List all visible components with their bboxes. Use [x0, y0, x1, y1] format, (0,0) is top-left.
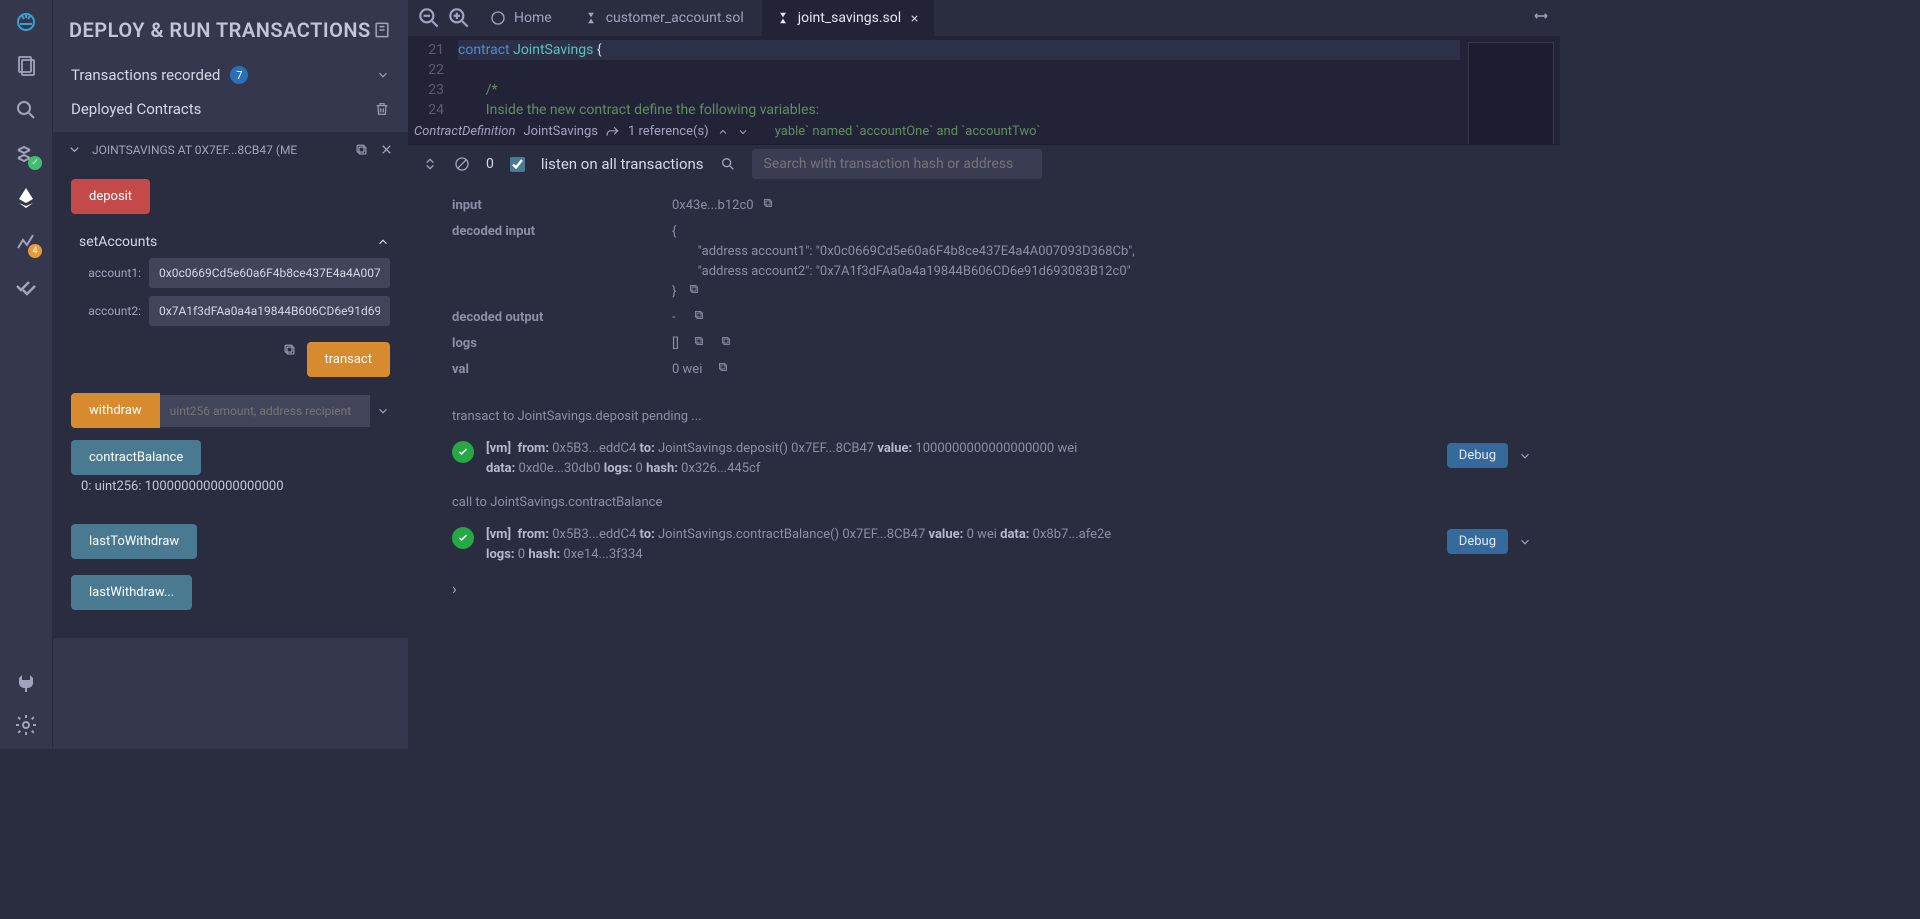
solidity-icon [776, 11, 790, 25]
account1-input[interactable] [149, 258, 390, 288]
copy-icon[interactable] [720, 335, 732, 347]
home-icon [490, 10, 506, 26]
analytics-badge: 4 [28, 244, 42, 258]
zoom-in-icon[interactable] [446, 5, 472, 31]
docs-icon[interactable] [372, 20, 392, 40]
search-icon[interactable] [720, 156, 736, 172]
listen-label: listen on all transactions [541, 155, 704, 173]
log-call: call to JointSavings.contractBalance [452, 487, 1532, 517]
copy-icon[interactable] [282, 342, 297, 357]
account2-label: account2: [71, 304, 141, 318]
withdraw-button[interactable]: withdraw [71, 393, 160, 428]
decoded-input-value: { "address account1": "0x0c0669Cd5e60a6F… [672, 224, 1135, 299]
contract-instance-name: JOINTSAVINGS AT 0X7EF...8CB47 (ME [92, 143, 344, 157]
success-icon [452, 441, 474, 463]
log-pending: transact to JointSavings.deposit pending… [452, 401, 1532, 431]
tab-customer-account[interactable]: customer_account.sol [570, 0, 758, 36]
compile-success-badge: ✓ [28, 156, 42, 170]
copy-icon[interactable] [717, 361, 729, 373]
account1-label: account1: [71, 266, 141, 280]
chevron-down-icon[interactable] [1518, 449, 1532, 463]
panel-title: DEPLOY & RUN TRANSACTIONS [69, 18, 371, 42]
tx-row[interactable]: [vm] from: 0x5B3...eddC4 to: JointSaving… [452, 517, 1532, 573]
tab-joint-savings[interactable]: joint_savings.sol [762, 0, 934, 36]
contractbalance-output: 0: uint256: 1000000000000000000 [71, 475, 390, 508]
expand-icon[interactable] [1532, 7, 1550, 29]
chevron-down-icon[interactable] [376, 404, 390, 418]
copy-icon[interactable] [693, 309, 705, 321]
plugin-icon[interactable] [14, 671, 38, 695]
debug-button[interactable]: Debug [1447, 443, 1508, 468]
search-icon[interactable] [14, 98, 38, 122]
copy-icon[interactable] [693, 335, 705, 347]
reference-count: 1 reference(s) [628, 122, 709, 142]
code-editor[interactable]: 21 22 23 24 contract JointSavings { /* I… [408, 36, 1560, 144]
chevron-down-icon [376, 68, 390, 82]
chevron-up-icon[interactable] [376, 235, 390, 249]
tx-count-badge: 7 [230, 66, 248, 84]
deployed-contracts-label: Deployed Contracts [71, 100, 201, 118]
solidity-icon [584, 11, 598, 25]
pending-count: 0 [486, 156, 494, 172]
chevron-down-icon[interactable] [67, 142, 82, 157]
settings-icon[interactable] [14, 713, 38, 737]
contractbalance-button[interactable]: contractBalance [71, 440, 201, 475]
copy-icon[interactable] [354, 142, 369, 157]
lasttowithdraw-button[interactable]: lastToWithdraw [71, 524, 197, 559]
logo-icon[interactable] [14, 10, 38, 34]
compiler-icon[interactable]: ✓ [14, 142, 38, 166]
trash-icon[interactable] [374, 101, 390, 117]
deposit-button[interactable]: deposit [71, 179, 150, 214]
setaccounts-label: setAccounts [79, 234, 157, 250]
breadcrumb-name: JointSavings [523, 122, 598, 142]
share-icon[interactable] [606, 125, 620, 139]
copy-icon[interactable] [688, 283, 700, 295]
breadcrumb-kind: ContractDefinition [414, 122, 515, 142]
copy-icon[interactable] [762, 197, 774, 209]
chevron-down-icon[interactable] [737, 126, 749, 138]
transact-button[interactable]: transact [307, 342, 391, 377]
file-explorer-icon[interactable] [14, 54, 38, 78]
lastwithdraw-button[interactable]: lastWithdraw... [71, 575, 192, 610]
success-icon [452, 527, 474, 549]
minimap[interactable] [1468, 42, 1554, 144]
clear-icon[interactable] [454, 156, 470, 172]
tab-home[interactable]: Home [476, 0, 566, 36]
chevron-up-icon[interactable] [717, 126, 729, 138]
close-icon[interactable] [909, 13, 920, 24]
listen-checkbox[interactable] [510, 157, 525, 172]
tx-recorded-label: Transactions recorded [71, 66, 220, 84]
tx-search-input[interactable] [752, 149, 1042, 179]
double-check-icon[interactable] [14, 274, 38, 298]
zoom-out-icon[interactable] [416, 5, 442, 31]
close-icon[interactable] [379, 142, 394, 157]
account2-input[interactable] [149, 296, 390, 326]
debug-button[interactable]: Debug [1447, 529, 1508, 554]
withdraw-args-input[interactable] [160, 395, 370, 427]
deploy-icon[interactable] [14, 186, 38, 210]
collapse-icon[interactable] [422, 156, 438, 172]
analytics-icon[interactable]: 4 [14, 230, 38, 254]
tx-row[interactable]: [vm] from: 0x5B3...eddC4 to: JointSaving… [452, 431, 1532, 487]
terminal-prompt[interactable]: › [452, 573, 1532, 599]
chevron-down-icon[interactable] [1518, 535, 1532, 549]
transactions-recorded-toggle[interactable]: Transactions recorded 7 [53, 50, 408, 94]
